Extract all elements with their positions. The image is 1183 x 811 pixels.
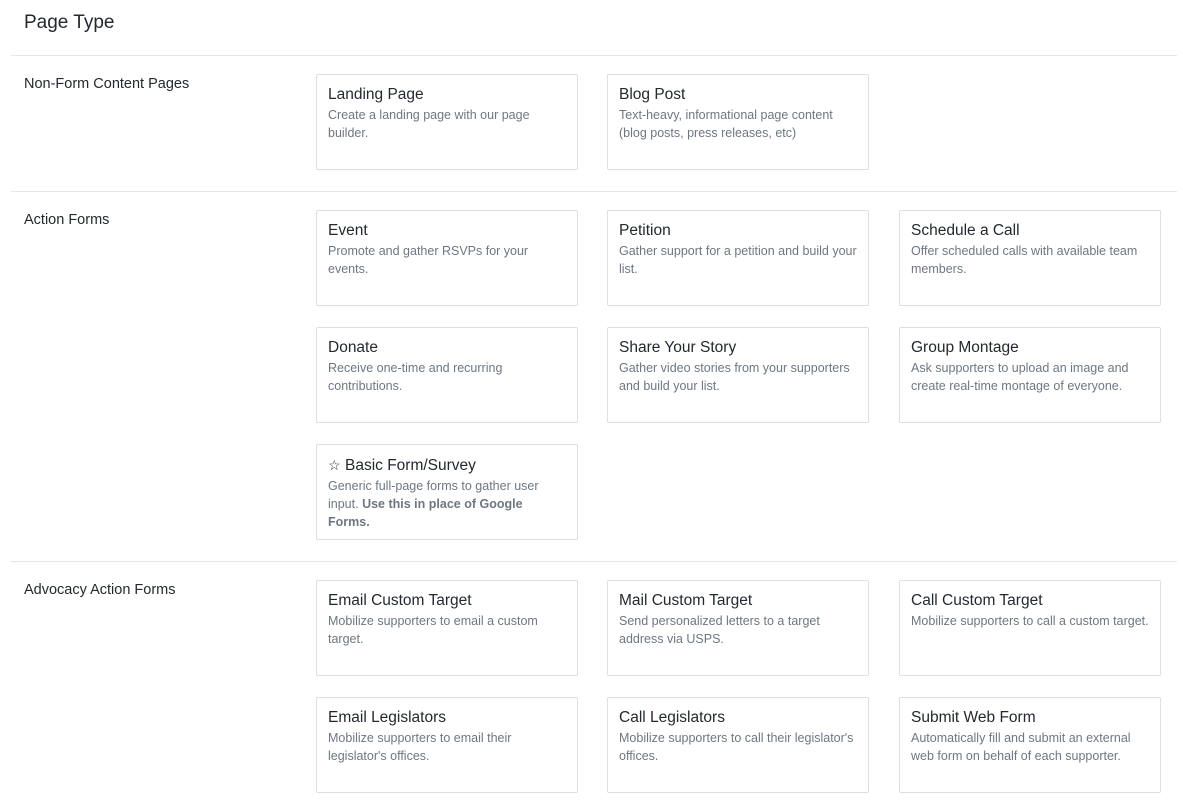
card-mail-custom-target[interactable]: Mail Custom Target Send personalized let… <box>607 580 869 676</box>
section-label-non-form: Non-Form Content Pages <box>24 76 190 92</box>
card-submit-web-form[interactable]: Submit Web Form Automatically fill and s… <box>899 697 1161 793</box>
card-description: Mobilize supporters to call a custom tar… <box>911 614 1149 628</box>
card-description: Promote and gather RSVPs for your events… <box>328 244 529 276</box>
card-call-custom-target[interactable]: Call Custom Target Mobilize supporters t… <box>899 580 1161 676</box>
card-call-legislators[interactable]: Call Legislators Mobilize supporters to … <box>607 697 869 793</box>
divider <box>11 191 1177 192</box>
card-description: Send personalized letters to a target ad… <box>619 614 820 646</box>
card-basic-form-survey[interactable]: ☆ Basic Form/Survey Generic full-page for… <box>316 444 578 540</box>
card-title: Email Custom Target <box>328 592 472 609</box>
card-description: Offer scheduled calls with available tea… <box>911 244 1138 276</box>
card-description: Gather support for a petition and build … <box>619 244 857 276</box>
card-description: Gather video stories from your supporter… <box>619 361 850 393</box>
card-description: Automatically fill and submit an externa… <box>911 731 1131 763</box>
card-title: Donate <box>328 339 378 356</box>
divider <box>11 561 1177 562</box>
card-landing-page[interactable]: Landing Page Create a landing page with … <box>316 74 578 170</box>
card-description: Receive one-time and recurring contribut… <box>328 361 503 393</box>
card-title: Share Your Story <box>619 339 737 356</box>
card-description: Mobilize supporters to call their legisl… <box>619 731 854 763</box>
card-title: Call Legislators <box>619 709 725 726</box>
card-description: Ask supporters to upload an image and cr… <box>911 361 1129 393</box>
card-group-montage[interactable]: Group Montage Ask supporters to upload a… <box>899 327 1161 423</box>
card-title: ☆ Basic Form/Survey <box>328 455 566 476</box>
page-type-screen: Page Type Non-Form Content Pages Landing… <box>0 0 1183 811</box>
card-share-your-story[interactable]: Share Your Story Gather video stories fr… <box>607 327 869 423</box>
card-description: Create a landing page with our page buil… <box>328 108 530 140</box>
card-title: Mail Custom Target <box>619 592 753 609</box>
card-title: Landing Page <box>328 86 424 103</box>
card-description: Generic full-page forms to gather user i… <box>328 477 566 531</box>
card-title: Event <box>328 222 368 239</box>
card-title: Schedule a Call <box>911 222 1020 239</box>
card-description: Text-heavy, informational page content (… <box>619 108 833 140</box>
card-petition[interactable]: Petition Gather support for a petition a… <box>607 210 869 306</box>
card-donate[interactable]: Donate Receive one-time and recurring co… <box>316 327 578 423</box>
card-blog-post[interactable]: Blog Post Text-heavy, informational page… <box>607 74 869 170</box>
card-email-legislators[interactable]: Email Legislators Mobilize supporters to… <box>316 697 578 793</box>
card-event[interactable]: Event Promote and gather RSVPs for your … <box>316 210 578 306</box>
section-label-advocacy-action-forms: Advocacy Action Forms <box>24 582 176 598</box>
card-description: Mobilize supporters to email a custom ta… <box>328 614 538 646</box>
card-title: Submit Web Form <box>911 709 1036 726</box>
card-description: Mobilize supporters to email their legis… <box>328 731 512 763</box>
card-title: Group Montage <box>911 339 1019 356</box>
card-title: Email Legislators <box>328 709 447 726</box>
card-schedule-a-call[interactable]: Schedule a Call Offer scheduled calls wi… <box>899 210 1161 306</box>
star-outline-icon: ☆ <box>328 457 341 473</box>
card-email-custom-target[interactable]: Email Custom Target Mobilize supporters … <box>316 580 578 676</box>
card-title: Call Custom Target <box>911 592 1043 609</box>
page-title: Page Type <box>24 12 115 33</box>
card-title: Petition <box>619 222 671 239</box>
card-title-text: Basic Form/Survey <box>345 457 476 474</box>
card-title: Blog Post <box>619 86 686 103</box>
section-label-action-forms: Action Forms <box>24 212 110 228</box>
divider <box>11 55 1177 56</box>
